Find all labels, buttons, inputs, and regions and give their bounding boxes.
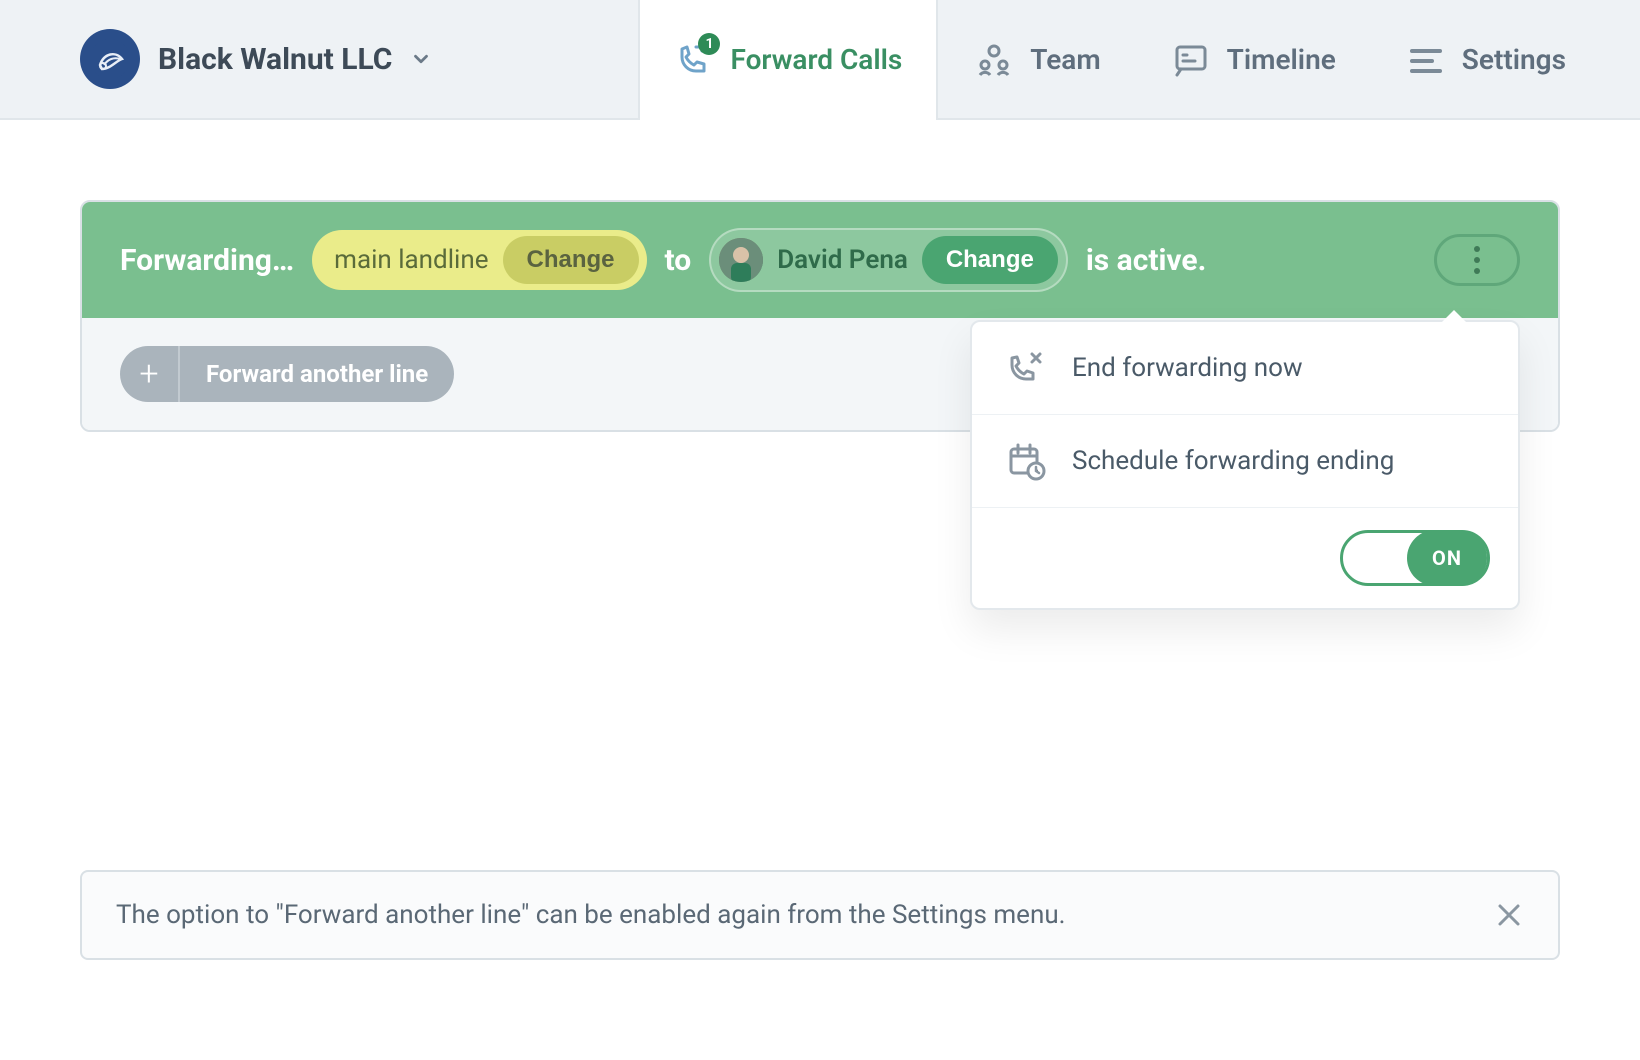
tab-label: Team xyxy=(1030,43,1100,76)
forward-calls-badge: 1 xyxy=(698,33,720,55)
forwarding-status-bar: Forwarding… main landline Change to Davi… xyxy=(82,202,1558,318)
phone-end-icon xyxy=(1006,348,1046,388)
settings-icon xyxy=(1406,39,1446,79)
more-options-button[interactable] xyxy=(1434,234,1520,286)
tab-label: Forward Calls xyxy=(730,43,902,76)
change-line-button[interactable]: Change xyxy=(503,236,639,284)
info-toast: The option to "Forward another line" can… xyxy=(80,870,1560,960)
org-logo xyxy=(80,29,140,89)
leaf-icon xyxy=(90,39,130,79)
tab-team[interactable]: Team xyxy=(938,0,1134,118)
org-name: Black Walnut LLC xyxy=(158,42,392,77)
change-person-button[interactable]: Change xyxy=(922,236,1058,284)
phone-forward-icon: 1 xyxy=(674,39,714,79)
line-name: main landline xyxy=(334,245,488,275)
org-switcher[interactable]: Black Walnut LLC xyxy=(0,0,470,118)
status-suffix: is active. xyxy=(1086,243,1206,278)
close-icon xyxy=(1496,902,1522,928)
status-prefix: Forwarding… xyxy=(120,243,294,278)
forwarding-toggle[interactable]: ON xyxy=(1340,530,1490,586)
plus-icon: + xyxy=(120,346,180,402)
chevron-down-icon xyxy=(410,48,432,70)
person-pill: David Pena Change xyxy=(709,228,1068,292)
toast-close-button[interactable] xyxy=(1494,900,1524,930)
tab-timeline[interactable]: Timeline xyxy=(1135,0,1370,118)
tab-settings[interactable]: Settings xyxy=(1370,0,1600,118)
toggle-knob: ON xyxy=(1407,530,1487,586)
line-pill: main landline Change xyxy=(312,230,646,290)
forward-another-button[interactable]: + Forward another line xyxy=(120,346,454,402)
schedule-forwarding-ending[interactable]: Schedule forwarding ending xyxy=(972,415,1518,508)
tab-forward-calls[interactable]: 1 Forward Calls xyxy=(638,0,938,118)
tab-label: Timeline xyxy=(1227,43,1336,76)
end-forwarding-now[interactable]: End forwarding now xyxy=(972,322,1518,415)
nav-tabs: 1 Forward Calls Team xyxy=(638,0,1640,118)
kebab-icon xyxy=(1474,246,1480,274)
dd-label: End forwarding now xyxy=(1072,353,1303,383)
toast-message: The option to "Forward another line" can… xyxy=(116,900,1066,930)
calendar-clock-icon xyxy=(1006,441,1046,481)
dd-label: Schedule forwarding ending xyxy=(1072,446,1394,476)
team-icon xyxy=(974,39,1014,79)
dropdown-footer: ON xyxy=(972,508,1518,608)
status-to: to xyxy=(665,243,692,278)
tab-label: Settings xyxy=(1462,43,1566,76)
options-dropdown: End forwarding now Schedule forwarding e… xyxy=(970,320,1520,610)
person-name: David Pena xyxy=(777,245,908,275)
avatar xyxy=(719,238,763,282)
top-nav: Black Walnut LLC 1 Forward Calls xyxy=(0,0,1640,120)
timeline-icon xyxy=(1171,39,1211,79)
forward-another-label: Forward another line xyxy=(180,360,454,388)
